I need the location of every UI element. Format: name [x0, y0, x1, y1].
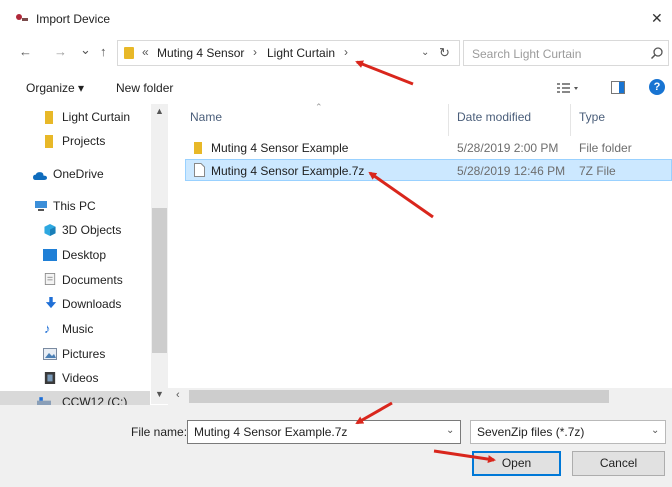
sidebar-item-light-curtain[interactable]: Light Curtain — [0, 106, 150, 128]
close-button[interactable]: ✕ — [651, 10, 663, 27]
file-type-filter-value: SevenZip files (*.7z) — [477, 425, 585, 439]
scroll-left-icon[interactable]: ‹ — [176, 389, 180, 401]
video-icon — [44, 372, 56, 384]
file-date: 5/28/2019 12:46 PM — [457, 164, 566, 178]
file-name-value: Muting 4 Sensor Example.7z — [194, 425, 348, 439]
address-bar[interactable]: « Muting 4 Sensor › Light Curtain › ⌄ ↻ — [117, 40, 460, 66]
column-header-type[interactable]: Type — [579, 110, 605, 124]
open-button[interactable]: Open — [472, 451, 561, 476]
sort-indicator-icon: ⌃ — [315, 102, 323, 112]
up-button[interactable]: ↑ — [100, 44, 107, 59]
sidebar-item-label: Projects — [62, 134, 106, 148]
sidebar-item-3d-objects[interactable]: 3D Objects — [0, 219, 150, 241]
download-icon — [45, 297, 57, 309]
sidebar-item-projects[interactable]: Projects — [0, 130, 150, 152]
file-row-muting-4-sensor-example-7z[interactable]: Muting 4 Sensor Example.7z 5/28/2019 12:… — [185, 159, 672, 181]
file-icon — [194, 163, 205, 177]
organize-menu[interactable]: Organize ▾ — [26, 81, 84, 95]
scroll-up-icon[interactable]: ▲ — [155, 106, 164, 116]
cloud-icon — [33, 172, 47, 180]
cube-icon — [44, 224, 56, 236]
overflow-chevron[interactable]: « — [142, 45, 149, 59]
sidebar-item-label: Documents — [62, 273, 123, 287]
breadcrumb-muting-4-sensor[interactable]: Muting 4 Sensor — [157, 46, 244, 60]
column-divider[interactable] — [448, 104, 449, 136]
desktop-icon — [43, 249, 57, 261]
recent-locations-button[interactable]: ⌄ — [80, 42, 91, 58]
sidebar-item-pictures[interactable]: Pictures — [0, 343, 150, 365]
chevron-down-icon[interactable]: ⌄ — [446, 425, 454, 436]
refresh-icon[interactable]: ↻ — [439, 45, 450, 61]
sidebar-item-music[interactable]: ♪ Music — [0, 318, 150, 340]
breadcrumb-separator[interactable]: › — [253, 45, 257, 59]
file-name: Muting 4 Sensor Example.7z — [211, 164, 365, 178]
back-button[interactable]: ← — [19, 44, 32, 59]
breadcrumb-light-curtain[interactable]: Light Curtain — [267, 46, 335, 60]
folder-icon — [45, 135, 53, 148]
document-icon — [44, 273, 56, 285]
sidebar-item-videos[interactable]: Videos — [0, 367, 150, 389]
sidebar-item-label: Pictures — [62, 347, 106, 361]
view-options-icon[interactable] — [557, 82, 579, 94]
computer-icon — [35, 201, 47, 211]
folder-icon — [124, 47, 134, 59]
window-title: Import Device — [36, 12, 111, 26]
sidebar-item-label: 3D Objects — [62, 223, 122, 237]
sidebar-item-label: OneDrive — [53, 167, 104, 181]
folder-icon — [194, 142, 202, 154]
address-dropdown-icon[interactable]: ⌄ — [421, 47, 429, 58]
file-row-muting-4-sensor-example[interactable]: Muting 4 Sensor Example 5/28/2019 2:00 P… — [185, 137, 672, 159]
sidebar-item-label: Light Curtain — [62, 110, 131, 124]
file-type: File folder — [579, 141, 632, 155]
sidebar-item-desktop[interactable]: Desktop — [0, 244, 150, 266]
sidebar-item-this-pc[interactable]: This PC — [0, 195, 150, 217]
preview-pane-icon[interactable] — [611, 81, 625, 94]
file-name-label: File name: — [131, 425, 188, 439]
forward-button[interactable]: → — [54, 44, 67, 59]
help-icon[interactable]: ? — [649, 79, 665, 95]
column-divider[interactable] — [570, 104, 571, 136]
sidebar-scroll-thumb[interactable] — [152, 208, 167, 353]
breadcrumb-separator[interactable]: › — [344, 45, 348, 59]
pictures-icon — [43, 348, 57, 360]
search-icon[interactable] — [650, 46, 664, 60]
navigation-pane: Light Curtain Projects OneDrive This PC … — [0, 104, 168, 413]
sidebar-item-downloads[interactable]: Downloads — [0, 293, 150, 315]
folder-icon — [45, 111, 53, 124]
app-icon — [16, 14, 28, 21]
column-header-date[interactable]: Date modified — [457, 110, 531, 124]
search-placeholder: Search Light Curtain — [472, 47, 582, 61]
sidebar-item-onedrive[interactable]: OneDrive — [0, 163, 150, 185]
music-icon: ♪ — [44, 321, 51, 336]
sidebar-item-label: Downloads — [62, 297, 122, 311]
file-name-input[interactable]: Muting 4 Sensor Example.7z ⌄ — [187, 420, 461, 444]
horizontal-scroll-thumb[interactable] — [189, 390, 609, 403]
sidebar-item-label: This PC — [53, 199, 96, 213]
chevron-down-icon[interactable]: ⌄ — [651, 425, 659, 436]
file-date: 5/28/2019 2:00 PM — [457, 141, 559, 155]
file-list: ⌃ Name Date modified Type Muting 4 Senso… — [168, 102, 672, 404]
file-type-filter[interactable]: SevenZip files (*.7z) ⌄ — [470, 420, 666, 444]
sidebar-item-documents[interactable]: Documents — [0, 269, 150, 291]
title-bar: Import Device ✕ — [0, 0, 672, 36]
file-type: 7Z File — [579, 164, 616, 178]
cancel-button[interactable]: Cancel — [572, 451, 665, 476]
scroll-down-icon[interactable]: ▼ — [155, 389, 164, 399]
sidebar-item-label: Music — [62, 322, 94, 336]
command-bar: Organize ▾ New folder ? — [0, 76, 672, 100]
sidebar-item-label: Videos — [62, 371, 99, 385]
file-name: Muting 4 Sensor Example — [211, 141, 349, 155]
column-header-name[interactable]: Name — [190, 110, 222, 124]
new-folder-button[interactable]: New folder — [116, 81, 173, 95]
search-box[interactable]: Search Light Curtain — [463, 40, 669, 66]
sidebar-item-label: Desktop — [62, 248, 107, 262]
